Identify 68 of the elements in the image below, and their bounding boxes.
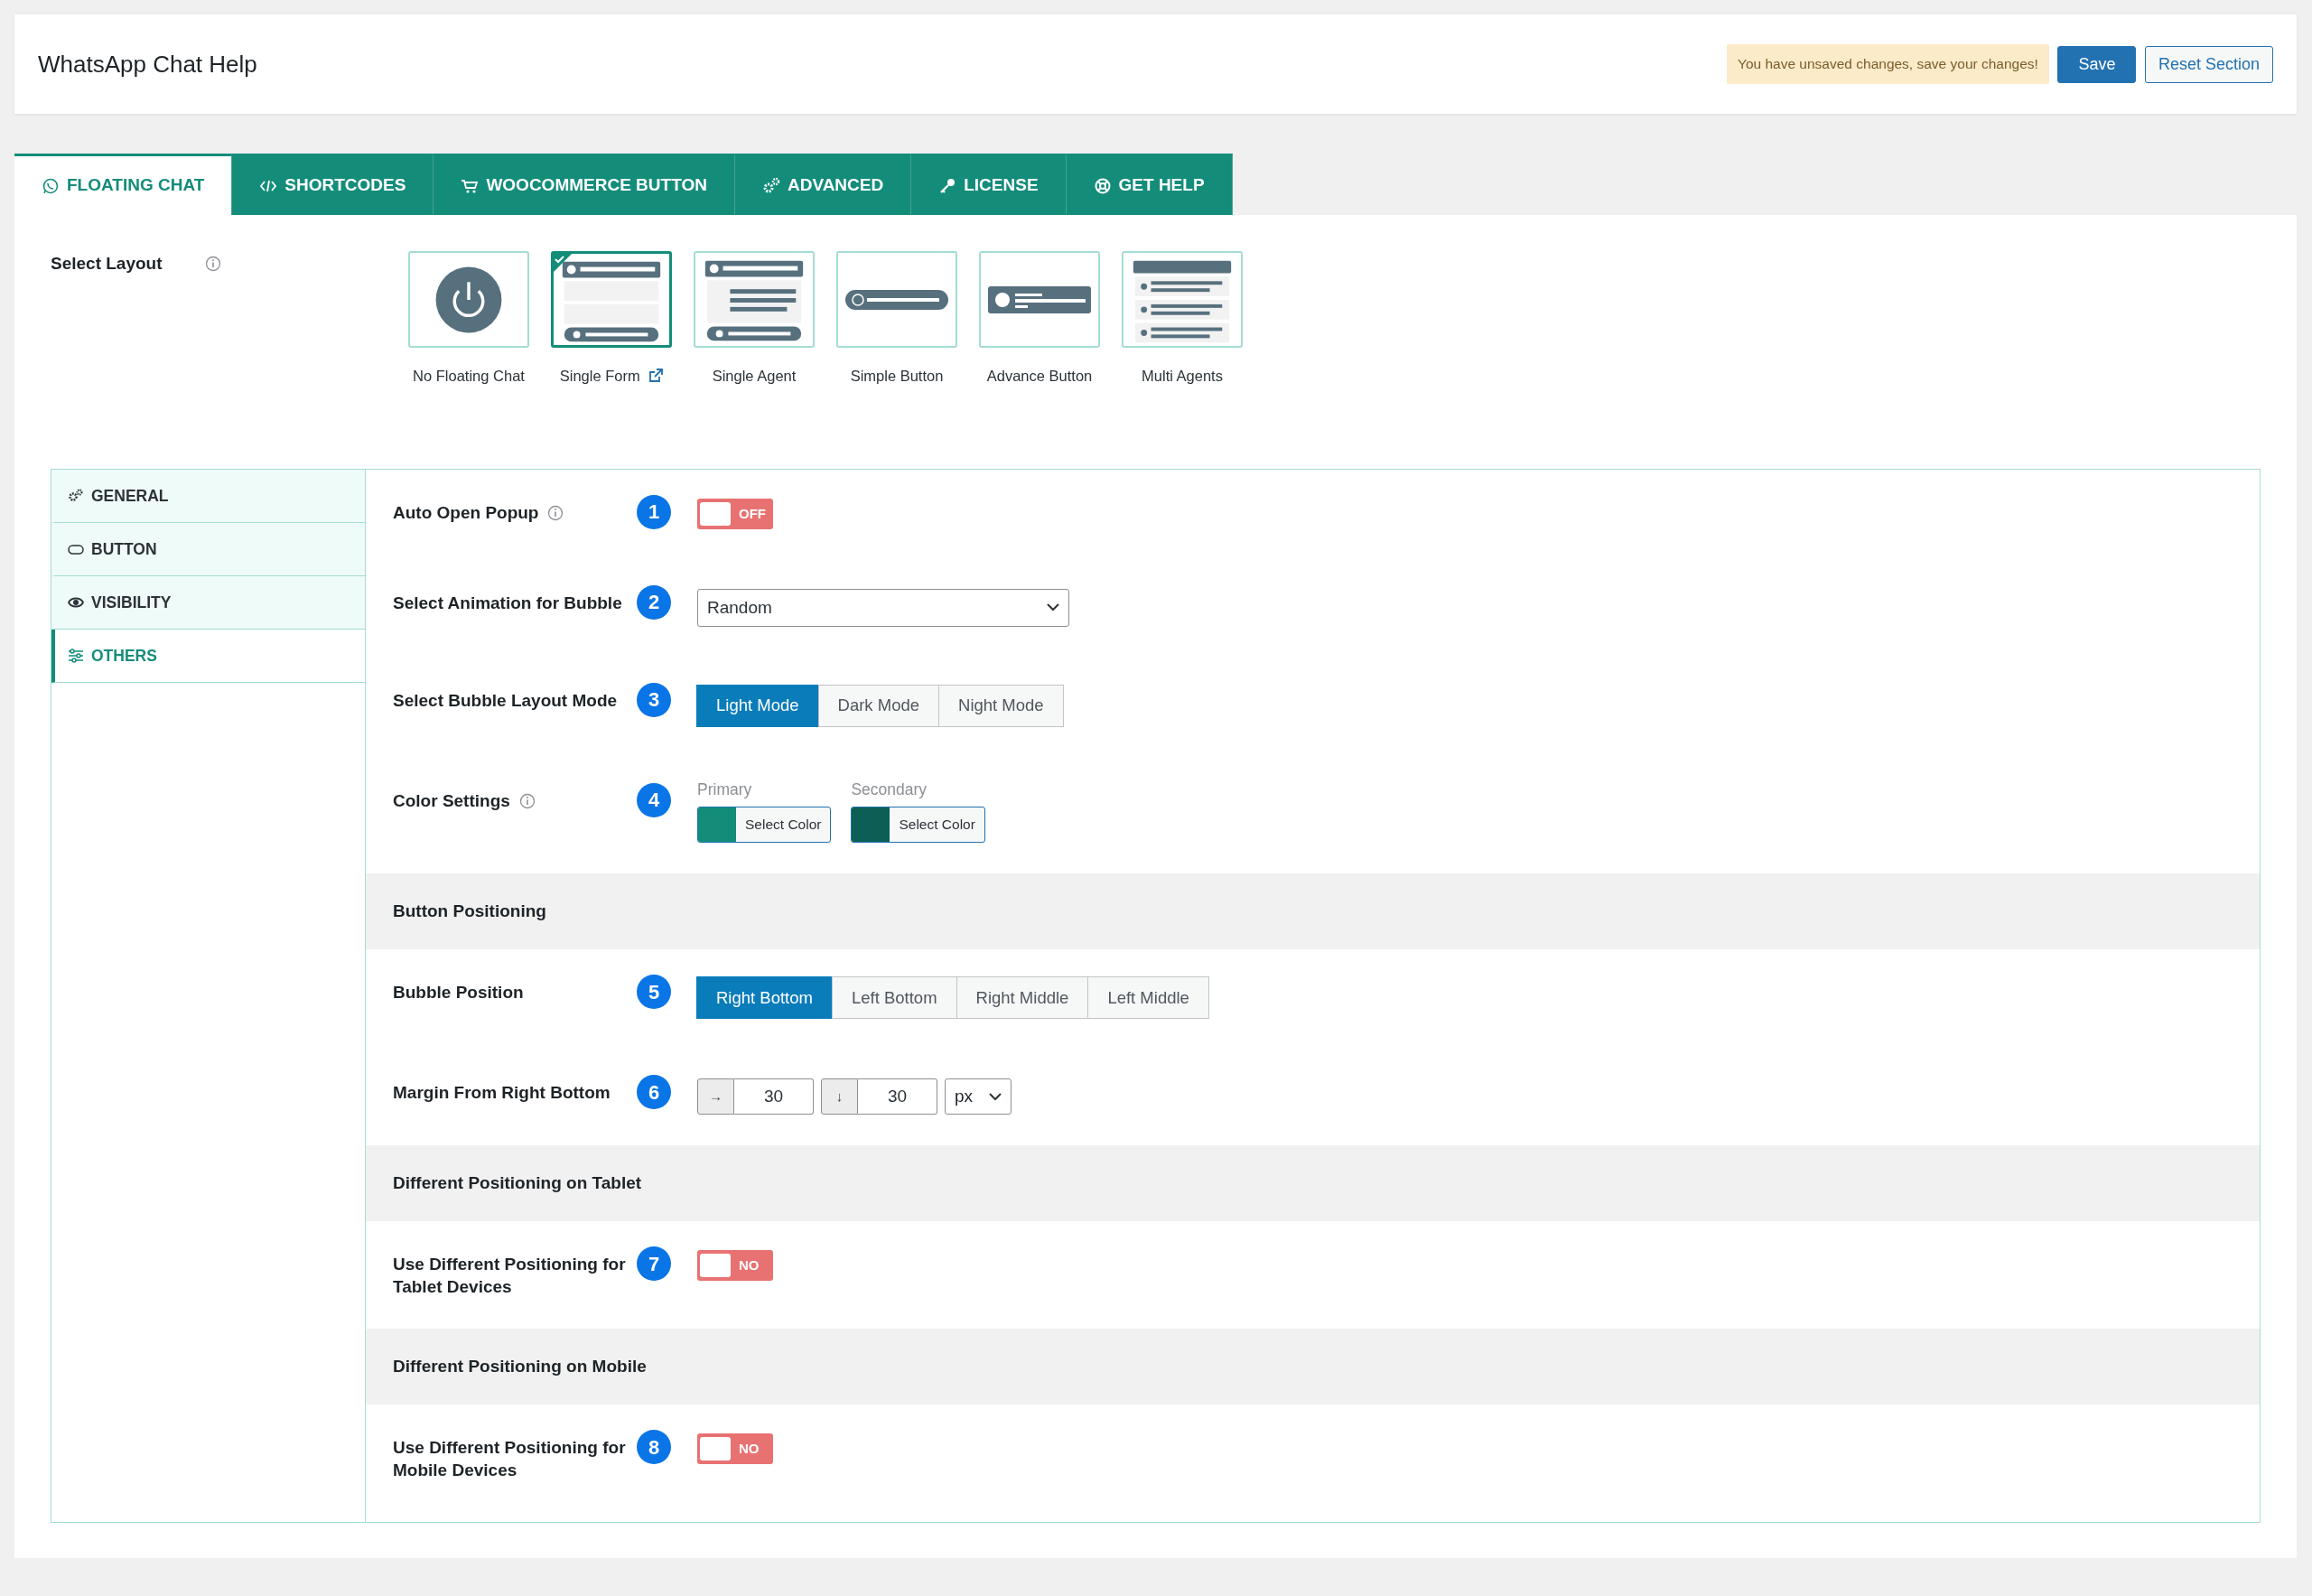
step-number: 2: [637, 584, 671, 620]
step-number: 4: [637, 782, 671, 817]
tab[interactable]: SHORTCODES: [232, 154, 434, 215]
check-icon: [553, 253, 573, 273]
sidebar-item[interactable]: VISIBILITY: [51, 575, 365, 630]
color-picker-button[interactable]: Select Color: [697, 807, 832, 843]
section-heading: Different Positioning on Mobile: [393, 1356, 647, 1378]
unsaved-notice: You have unsaved changes, save your changes!: [1727, 44, 2049, 84]
color-label: Primary: [697, 779, 753, 800]
step-number: 8: [637, 1430, 671, 1465]
step-number: 3: [637, 682, 671, 717]
step-number: 7: [637, 1246, 671, 1281]
field-label: Use Different Positioning for Tablet Devices: [393, 1254, 627, 1298]
direction-prefix: →: [697, 1078, 734, 1115]
color-label: Secondary: [851, 779, 928, 800]
field-label: Auto Open Popup: [393, 501, 539, 524]
layout-caption: No Floating Chat: [413, 367, 525, 386]
tab[interactable]: GET HELP: [1066, 154, 1233, 215]
option-button[interactable]: Left Bottom: [831, 976, 957, 1019]
layout-caption: Advance Button: [986, 367, 1093, 386]
tab[interactable]: WOOCOMMERCE BUTTON: [434, 154, 735, 215]
option-button[interactable]: Right Middle: [956, 976, 1089, 1019]
layout-caption: Single Agent: [712, 367, 797, 386]
option-button[interactable]: Night Mode: [938, 684, 1064, 727]
field-label: Select Layout: [51, 253, 163, 275]
gears-icon: [761, 176, 780, 195]
field-label: Margin From Right Bottom: [393, 1082, 611, 1104]
sidebar-item[interactable]: BUTTON: [51, 522, 365, 576]
section-heading: Button Positioning: [393, 900, 546, 922]
reset-button[interactable]: Reset Section: [2144, 45, 2273, 83]
tab[interactable]: LICENSE: [911, 154, 1067, 215]
option-button[interactable]: Dark Mode: [817, 684, 940, 727]
animation-select[interactable]: Random: [697, 588, 1069, 627]
step-number: 1: [637, 494, 671, 529]
layout-caption: Single Form: [559, 367, 640, 386]
tab[interactable]: ADVANCED: [734, 154, 912, 215]
gears-icon: [68, 487, 84, 504]
external-link-icon[interactable]: [648, 369, 664, 384]
layout-caption: Multi Agents: [1142, 367, 1223, 386]
help-ring-icon: [1093, 176, 1112, 195]
layout-caption: Simple Button: [850, 367, 944, 386]
color-picker-button[interactable]: Select Color: [851, 807, 985, 843]
info-icon: [204, 256, 221, 272]
field-label: Use Different Positioning for Mobile Devices: [393, 1437, 627, 1482]
step-number: 5: [637, 975, 671, 1009]
option-button[interactable]: Left Middle: [1087, 976, 1209, 1019]
field-label: Bubble Position: [393, 982, 524, 1003]
margin-input[interactable]: 30: [734, 1078, 814, 1115]
save-button[interactable]: Save: [2057, 45, 2137, 83]
chevron-down-icon: [1047, 603, 1059, 612]
chevron-down-icon: [989, 1092, 1002, 1101]
sliders-icon: [68, 647, 84, 664]
field-label: Color Settings: [393, 789, 510, 812]
unit-select[interactable]: px: [945, 1078, 1012, 1115]
section-heading: Different Positioning on Tablet: [393, 1171, 642, 1194]
sidebar-item[interactable]: OTHERS: [51, 629, 365, 683]
field-label: Select Animation for Bubble: [393, 592, 622, 614]
key-icon: [938, 176, 957, 195]
margin-input[interactable]: 30: [858, 1078, 937, 1115]
direction-prefix: ↓: [821, 1078, 858, 1115]
step-number: 6: [637, 1075, 671, 1109]
option-button[interactable]: Right Bottom: [696, 976, 833, 1019]
field-label: Select Bubble Layout Mode: [393, 689, 618, 712]
chat-bubble-icon: [42, 176, 60, 195]
option-button[interactable]: Light Mode: [696, 684, 819, 727]
tab[interactable]: FLOATING CHAT: [14, 154, 233, 215]
page-title: WhatsApp Chat Help: [38, 49, 257, 79]
sidebar-item[interactable]: GENERAL: [51, 469, 365, 523]
